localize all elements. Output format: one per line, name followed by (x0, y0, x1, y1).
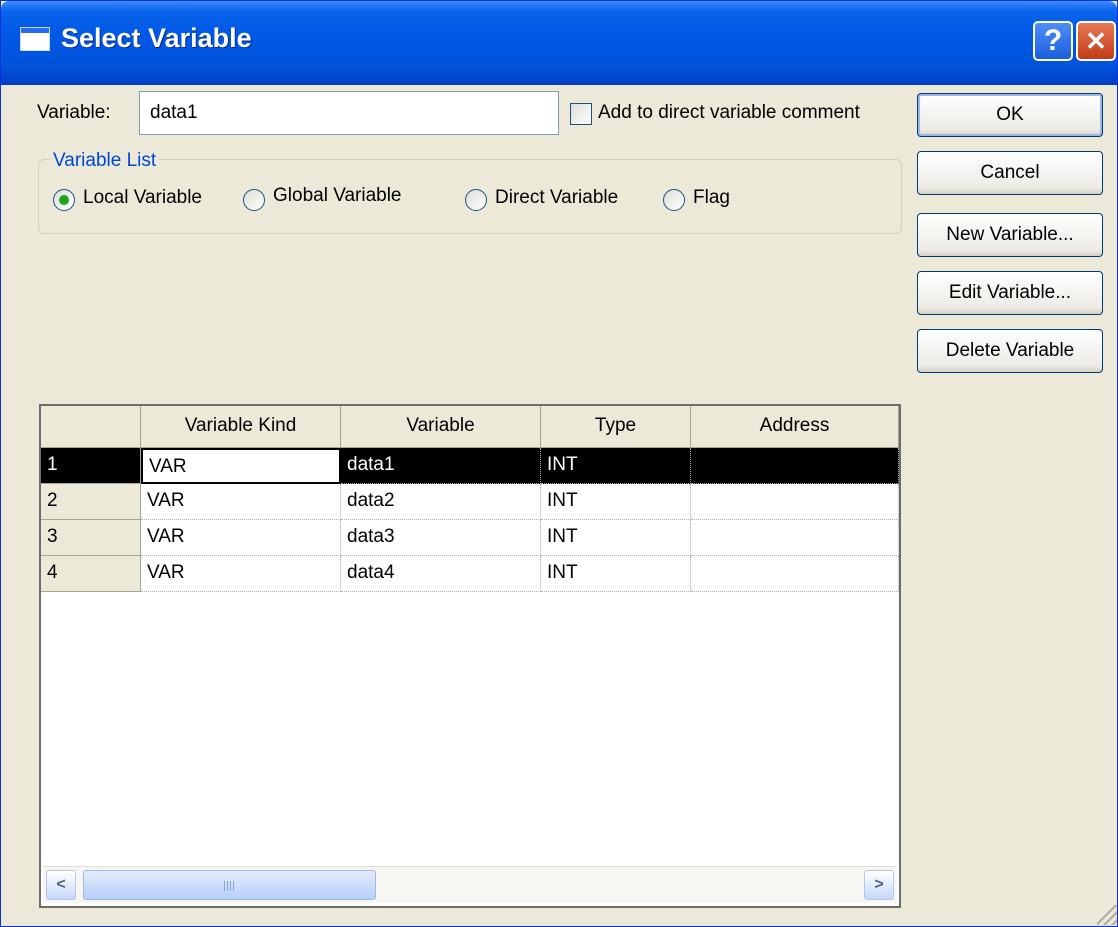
row-number[interactable]: 1 (41, 448, 141, 484)
chevron-right-icon[interactable]: > (864, 870, 894, 900)
radio-local-variable[interactable] (53, 189, 75, 211)
close-button[interactable]: ✕ (1076, 21, 1116, 61)
row-number[interactable]: 3 (41, 520, 141, 556)
cell-variable-kind[interactable]: VAR (141, 448, 341, 484)
window-title: Select Variable (61, 23, 252, 53)
cell-type[interactable]: INT (541, 448, 691, 484)
cell-variable-kind[interactable]: VAR (141, 556, 341, 592)
row-number[interactable]: 2 (41, 484, 141, 520)
scrollbar-thumb[interactable] (83, 870, 376, 900)
column-header-variable-kind[interactable]: Variable Kind (141, 406, 341, 448)
window-icon (20, 27, 50, 51)
cell-variable[interactable]: data3 (341, 520, 541, 556)
edit-variable-button[interactable]: Edit Variable... (917, 271, 1103, 315)
cell-variable[interactable]: data4 (341, 556, 541, 592)
help-button[interactable]: ? (1033, 21, 1073, 61)
radio-direct-variable-label[interactable]: Direct Variable (495, 187, 618, 209)
variable-label: Variable: (37, 102, 111, 123)
cell-address[interactable] (691, 520, 899, 556)
variable-list-title: Variable List (50, 150, 160, 172)
cell-type[interactable]: INT (541, 556, 691, 592)
ok-button[interactable]: OK (917, 93, 1103, 137)
column-header-address[interactable]: Address (691, 406, 899, 448)
variable-grid[interactable]: Variable Kind Variable Type Address 1 VA… (39, 404, 901, 908)
cancel-button[interactable]: Cancel (917, 151, 1103, 195)
radio-flag[interactable] (663, 189, 685, 211)
radio-global-variable-label[interactable]: Global Variable (273, 185, 402, 207)
new-variable-button[interactable]: New Variable... (917, 213, 1103, 257)
radio-direct-variable[interactable] (465, 189, 487, 211)
title-bar[interactable]: Select Variable ? ✕ (1, 1, 1117, 85)
variable-input[interactable] (139, 91, 559, 135)
cell-variable[interactable]: data2 (341, 484, 541, 520)
cell-variable[interactable]: data1 (341, 448, 541, 484)
chevron-left-icon[interactable]: < (46, 870, 76, 900)
grid-corner-header (41, 406, 141, 448)
cell-type[interactable]: INT (541, 484, 691, 520)
close-icon: ✕ (1085, 26, 1107, 56)
cell-address[interactable] (691, 484, 899, 520)
resize-grip-icon[interactable] (1097, 905, 1117, 925)
cell-type[interactable]: INT (541, 520, 691, 556)
row-number[interactable]: 4 (41, 556, 141, 592)
cell-address[interactable] (691, 448, 899, 484)
grip-icon (224, 881, 236, 891)
horizontal-scrollbar[interactable]: < > (43, 866, 897, 903)
radio-global-variable[interactable] (243, 189, 265, 211)
select-variable-dialog: Select Variable ? ✕ Variable: Add to dir… (0, 0, 1118, 927)
radio-local-variable-label[interactable]: Local Variable (83, 187, 202, 209)
add-comment-checkbox[interactable] (570, 103, 592, 125)
cell-variable-kind[interactable]: VAR (141, 484, 341, 520)
radio-flag-label[interactable]: Flag (693, 187, 730, 209)
help-icon: ? (1043, 24, 1063, 57)
delete-variable-button[interactable]: Delete Variable (917, 329, 1103, 373)
cell-variable-kind[interactable]: VAR (141, 520, 341, 556)
add-comment-label[interactable]: Add to direct variable comment (598, 102, 860, 124)
cell-address[interactable] (691, 556, 899, 592)
column-header-type[interactable]: Type (541, 406, 691, 448)
column-header-variable[interactable]: Variable (341, 406, 541, 448)
